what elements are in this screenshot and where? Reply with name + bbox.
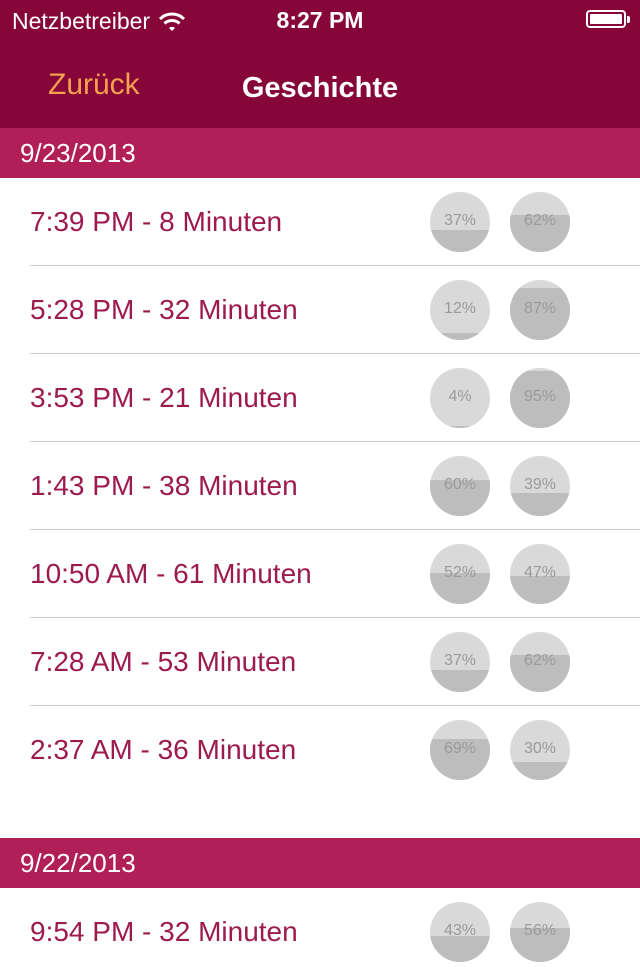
percent-circle-b: 62%: [510, 632, 570, 692]
status-bar: Netzbetreiber 8:27 PM: [0, 0, 640, 40]
percent-circle-b: 62%: [510, 192, 570, 252]
battery-icon: [586, 10, 630, 28]
percent-circle-a: 4%: [430, 368, 490, 428]
percent-label-a: 43%: [443, 922, 477, 939]
percent-circle-a: 12%: [430, 280, 490, 340]
nav-bar: Zurück Geschichte: [0, 40, 640, 128]
session-label: 3:53 PM - 21 Minuten: [30, 382, 298, 413]
percent-label-a: 69%: [443, 740, 477, 757]
percent-label-a: 12%: [443, 300, 477, 317]
percent-label-a: 4%: [448, 388, 472, 405]
list-item[interactable]: 3:53 PM - 21 Minuten 4% 95%: [0, 354, 640, 442]
percent-circle-b: 87%: [510, 280, 570, 340]
percent-label-b: 87%: [523, 300, 557, 317]
percent-circle-a: 60%: [430, 456, 490, 516]
percent-label-b: 47%: [523, 564, 557, 581]
status-time: 8:27 PM: [276, 7, 364, 33]
percent-label-a: 52%: [443, 564, 477, 581]
list-item[interactable]: 10:50 AM - 61 Minuten 52% 47%: [0, 530, 640, 618]
history-list[interactable]: 9/23/2013 7:39 PM - 8 Minuten 37% 62% 5:…: [0, 128, 640, 976]
list-item[interactable]: 2:37 AM - 36 Minuten 69% 30%: [0, 706, 640, 794]
percent-circle-b: 95%: [510, 368, 570, 428]
percent-circle-b: 56%: [510, 902, 570, 962]
percent-circle-a: 52%: [430, 544, 490, 604]
percent-circle-a: 37%: [430, 192, 490, 252]
percent-circle-a: 43%: [430, 902, 490, 962]
session-label: 5:28 PM - 32 Minuten: [30, 294, 298, 325]
list-item[interactable]: 7:39 PM - 8 Minuten 37% 62%: [0, 178, 640, 266]
percent-circle-b: 39%: [510, 456, 570, 516]
page-title: Geschichte: [241, 72, 399, 104]
top-bar: Netzbetreiber 8:27 PM Zurück Geschichte: [0, 0, 640, 128]
percent-label-b: 39%: [523, 476, 557, 493]
session-label: 7:39 PM - 8 Minuten: [30, 206, 283, 237]
percent-label-b: 30%: [523, 740, 557, 757]
session-label: 2:37 AM - 36 Minuten: [30, 734, 297, 765]
list-item[interactable]: 1:43 PM - 38 Minuten 60% 39%: [0, 442, 640, 530]
percent-circle-a: 37%: [430, 632, 490, 692]
percent-circle-b: 30%: [510, 720, 570, 780]
section-header: 9/23/2013: [0, 128, 640, 178]
percent-label-a: 60%: [443, 476, 477, 493]
list-item[interactable]: 5:28 PM - 32 Minuten 12% 87%: [0, 266, 640, 354]
percent-label-b: 95%: [523, 388, 557, 405]
percent-circle-b: 47%: [510, 544, 570, 604]
percent-circle-a: 69%: [430, 720, 490, 780]
percent-label-a: 37%: [443, 652, 477, 669]
session-label: 1:43 PM - 38 Minuten: [30, 470, 298, 501]
list-item[interactable]: 9:54 PM - 32 Minuten 43% 56%: [0, 888, 640, 976]
session-label: 10:50 AM - 61 Minuten: [30, 558, 312, 589]
section-header: 9/22/2013: [0, 838, 640, 888]
list-item[interactable]: 7:28 AM - 53 Minuten 37% 62%: [0, 618, 640, 706]
percent-label-b: 56%: [523, 922, 557, 939]
session-label: 7:28 AM - 53 Minuten: [30, 646, 297, 677]
session-label: 9:54 PM - 32 Minuten: [30, 916, 298, 947]
percent-label-b: 62%: [523, 212, 557, 229]
percent-label-a: 37%: [443, 212, 477, 229]
percent-label-b: 62%: [523, 652, 557, 669]
